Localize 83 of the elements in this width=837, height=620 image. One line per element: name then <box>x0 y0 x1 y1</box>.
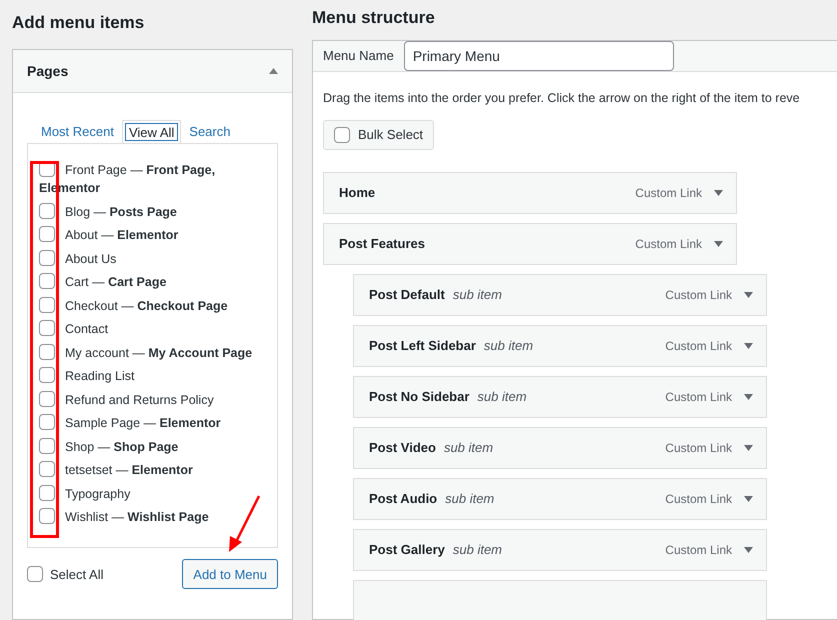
checkbox[interactable] <box>39 320 55 336</box>
checkbox[interactable] <box>334 126 350 143</box>
page-item[interactable]: Typography <box>39 484 273 503</box>
item-type: Custom Link <box>665 440 732 457</box>
menu-item-title: Post No Sidebar <box>369 388 470 406</box>
item-type: Custom Link <box>635 184 702 202</box>
page-item[interactable]: Refund and Returns Policy <box>39 390 273 409</box>
section-title: Menu structure <box>312 7 436 30</box>
select-all[interactable]: Select All <box>27 564 104 584</box>
dropdown-arrow-icon[interactable] <box>744 496 753 502</box>
checkbox[interactable] <box>39 461 55 478</box>
page-item[interactable]: Wishlist — Wishlist Page <box>39 508 273 526</box>
item-type: Custom Link <box>635 236 702 253</box>
menu-name-field[interactable]: Primary Menu <box>404 41 674 71</box>
checkbox[interactable] <box>39 202 55 219</box>
menu-item-title: Home <box>339 184 376 202</box>
menu-item[interactable]: Home Custom Link <box>323 172 737 214</box>
dropdown-arrow-icon[interactable] <box>744 342 753 349</box>
page-item[interactable]: My account — My Account Page <box>39 344 273 362</box>
dropdown-arrow-icon[interactable] <box>714 190 723 196</box>
page-item[interactable]: Checkout — Checkout Page <box>39 296 273 315</box>
menu-item[interactable]: Post Default sub item Custom Link <box>353 274 767 316</box>
page-item[interactable]: Cart — Cart Page <box>39 273 273 292</box>
page-item[interactable]: Sample Page — Elementor <box>39 414 273 432</box>
menu-name-label: Menu Name <box>323 47 394 66</box>
menu-item[interactable]: Post Audio sub item Custom Link <box>353 478 767 520</box>
page-item[interactable]: Contact <box>39 320 273 338</box>
sub-item-note: sub item <box>484 337 534 355</box>
page-item[interactable]: About Us <box>39 250 273 268</box>
checkbox[interactable] <box>39 390 55 407</box>
checkbox[interactable] <box>27 566 43 582</box>
item-type: Custom Link <box>665 286 732 304</box>
sub-item-note: sub item <box>444 439 494 457</box>
item-type: Custom Link <box>665 490 732 508</box>
menu-item-title: Post Left Sidebar <box>369 337 476 355</box>
item-type: Custom Link <box>665 338 732 355</box>
item-type: Custom Link <box>665 388 732 406</box>
menu-item-title: Post Audio <box>369 490 438 508</box>
panel-title: Pages <box>27 62 68 81</box>
tab[interactable]: Most Recent <box>35 119 120 144</box>
dropdown-arrow-icon[interactable] <box>744 444 753 451</box>
dropdown-arrow-icon[interactable] <box>714 240 723 247</box>
checkbox[interactable] <box>39 296 55 313</box>
tab[interactable]: Search <box>183 119 236 144</box>
dropdown-arrow-icon[interactable] <box>744 394 753 400</box>
page-item[interactable]: About — Elementor <box>39 226 273 244</box>
checkbox[interactable] <box>39 484 55 501</box>
menu-item-title: Post Video <box>369 439 436 457</box>
tab[interactable]: View All <box>122 120 182 144</box>
sub-item-note: sub item <box>452 286 502 304</box>
checkbox[interactable] <box>39 508 55 524</box>
page-item[interactable]: tetsetset — Elementor <box>39 461 273 480</box>
checkbox[interactable] <box>39 414 55 430</box>
panel-header[interactable]: Pages <box>13 50 292 94</box>
menu-item-title: Post Features <box>339 235 425 253</box>
add-to-menu-button[interactable]: Add to Menu <box>182 559 278 590</box>
bulk-select[interactable]: Bulk Select <box>323 120 434 150</box>
sub-item-note: sub item <box>445 490 494 508</box>
menu-item[interactable]: Post No Sidebar sub item Custom Link <box>353 376 767 418</box>
menu-item-title: Post Gallery <box>369 541 445 559</box>
section-title: Add menu items <box>12 12 146 34</box>
page-item[interactable]: Reading List <box>39 367 273 386</box>
checkbox[interactable] <box>39 226 55 242</box>
menu-item[interactable]: Post Video sub item Custom Link <box>353 426 767 469</box>
menu-item-title: Post Default <box>369 286 445 304</box>
checkbox[interactable] <box>39 250 55 266</box>
sub-item-note: sub item <box>452 541 502 559</box>
checkbox[interactable] <box>39 367 55 384</box>
annotation-arrow <box>226 494 262 554</box>
checkbox[interactable] <box>39 438 55 454</box>
checkbox[interactable] <box>39 344 55 360</box>
menu-item[interactable]: Post Left Sidebar sub item Custom Link <box>353 324 767 367</box>
dropdown-arrow-icon[interactable] <box>744 546 753 553</box>
page-item[interactable]: Blog — Posts Page <box>39 202 273 221</box>
sub-item-note: sub item <box>477 388 527 406</box>
item-type: Custom Link <box>665 542 732 559</box>
dropdown-arrow-icon[interactable] <box>744 292 753 298</box>
page-item[interactable]: Shop — Shop Page <box>39 438 273 456</box>
collapse-arrow-icon[interactable] <box>269 68 278 74</box>
checkbox[interactable] <box>39 273 55 290</box>
menu-item[interactable]: Post Features Custom Link <box>323 222 737 265</box>
instructions-text: Drag the items into the order you prefer. Click the arrow on the right of the item to reve <box>323 90 801 107</box>
menu-item[interactable]: Post Gallery sub item Custom Link <box>353 528 767 571</box>
